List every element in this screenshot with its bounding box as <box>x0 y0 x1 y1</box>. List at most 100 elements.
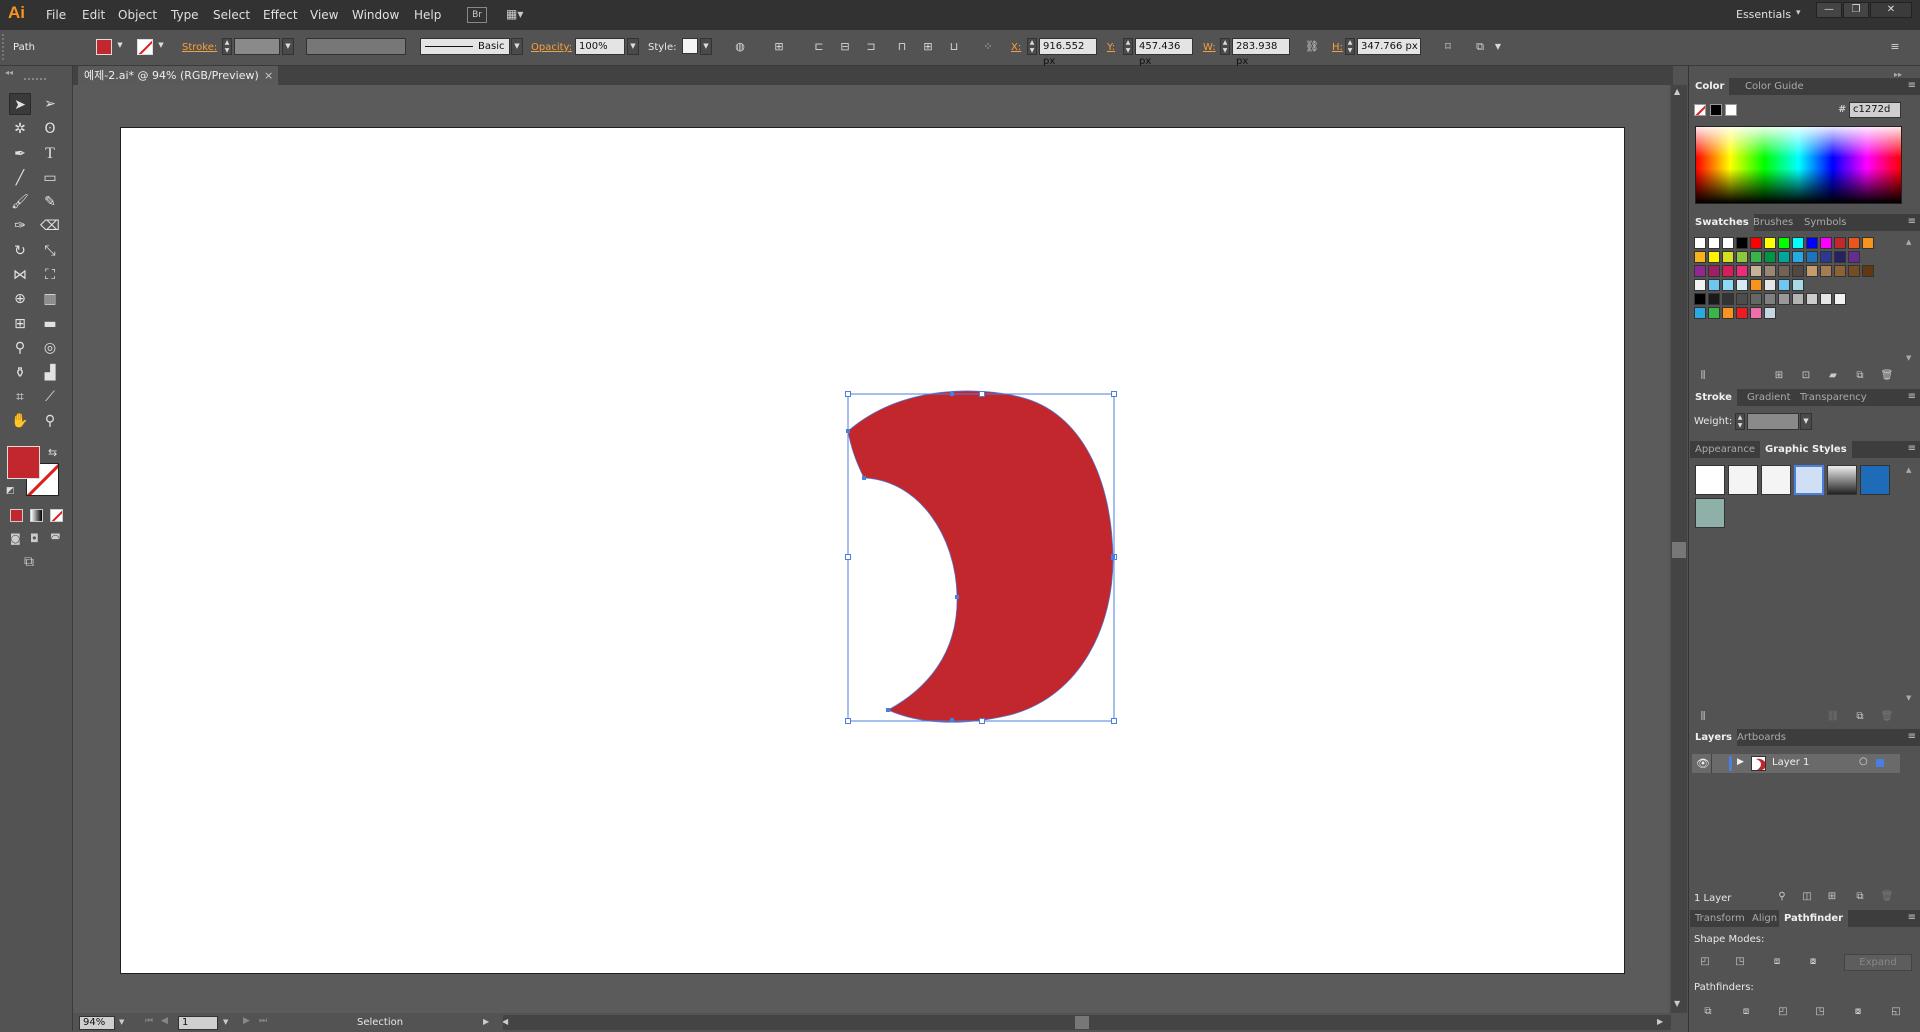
new-swatch-icon[interactable]: ⧉ <box>1853 369 1867 383</box>
color-swatch[interactable] <box>1736 251 1748 263</box>
exclude-icon[interactable]: ⧇ <box>1806 955 1820 969</box>
styles-scroll-down-icon[interactable]: ▼ <box>1906 694 1911 702</box>
break-link-icon[interactable]: ⛓ <box>1826 710 1840 724</box>
tab-swatches[interactable]: Swatches <box>1690 214 1754 231</box>
color-swatch[interactable] <box>1750 251 1762 263</box>
artboard-number-field[interactable]: 1 <box>178 1016 218 1030</box>
new-sublayer-icon[interactable]: ⊞ <box>1825 890 1839 904</box>
color-swatch[interactable] <box>1694 265 1706 277</box>
color-swatch[interactable] <box>1708 251 1720 263</box>
graphic-style-pattern[interactable] <box>1860 465 1890 495</box>
tab-gradient[interactable]: Gradient <box>1742 389 1796 406</box>
swatch-libraries-icon[interactable]: ⫼ <box>1696 369 1710 383</box>
anchor-point[interactable] <box>862 476 866 480</box>
tab-brushes[interactable]: Brushes <box>1748 214 1798 231</box>
color-swatch[interactable] <box>1764 307 1776 319</box>
color-swatch[interactable] <box>1778 237 1790 249</box>
swatches-panel-menu-icon[interactable]: ≡ <box>1908 216 1916 227</box>
color-swatch[interactable] <box>1764 251 1776 263</box>
tab-stroke[interactable]: Stroke <box>1690 389 1737 406</box>
color-swatch[interactable] <box>1708 265 1720 277</box>
tab-transparency[interactable]: Transparency <box>1795 389 1872 406</box>
color-swatch[interactable] <box>1834 237 1846 249</box>
vertical-scroll-thumb[interactable] <box>1672 542 1686 558</box>
styles-scroll-up-icon[interactable]: ▲ <box>1906 466 1911 474</box>
color-swatch[interactable] <box>1792 293 1804 305</box>
color-swatch[interactable] <box>1764 265 1776 277</box>
color-swatch[interactable] <box>1722 279 1734 291</box>
color-swatch[interactable] <box>1792 237 1804 249</box>
graphic-style-no-stroke[interactable] <box>1728 465 1758 495</box>
scroll-down-icon[interactable]: ▼ <box>1674 999 1680 1008</box>
color-swatch[interactable] <box>1764 293 1776 305</box>
layers-panel-menu-icon[interactable]: ≡ <box>1908 731 1916 742</box>
color-swatch[interactable] <box>1848 251 1860 263</box>
show-swatch-kinds-icon[interactable]: ⊞ <box>1772 369 1786 383</box>
color-swatch[interactable] <box>1806 237 1818 249</box>
merge-icon[interactable]: ◰ <box>1776 1005 1790 1019</box>
bbox-handle-top-left[interactable] <box>845 391 851 397</box>
color-swatch[interactable] <box>1750 307 1762 319</box>
graphic-style-libraries-icon[interactable]: ⫼ <box>1696 710 1710 724</box>
color-swatch[interactable] <box>1820 237 1832 249</box>
appearance-panel-menu-icon[interactable]: ≡ <box>1908 443 1916 454</box>
hex-input[interactable]: c1272d <box>1849 102 1901 118</box>
next-artboard-icon[interactable]: ▶ <box>243 1016 250 1026</box>
color-swatch[interactable] <box>1694 251 1706 263</box>
color-swatch[interactable] <box>1722 237 1734 249</box>
swatches-scroll-up-icon[interactable]: ▲ <box>1906 238 1911 246</box>
horizontal-scroll-thumb[interactable] <box>1075 1016 1089 1029</box>
color-swatch[interactable] <box>1736 265 1748 277</box>
color-swatch[interactable] <box>1806 251 1818 263</box>
color-spectrum[interactable] <box>1695 126 1902 204</box>
bbox-handle-mid-left[interactable] <box>845 554 851 560</box>
anchor-point[interactable] <box>886 708 890 712</box>
tab-pathfinder[interactable]: Pathfinder <box>1779 910 1849 927</box>
delete-layer-icon[interactable]: 🗑 <box>1880 890 1894 904</box>
weight-spinner[interactable]: ▲ ▼ <box>1735 413 1745 430</box>
color-swatch[interactable] <box>1806 265 1818 277</box>
color-white-swatch[interactable] <box>1725 104 1737 116</box>
layer-name[interactable]: Layer 1 <box>1772 757 1809 768</box>
vertical-scrollbar[interactable]: ▲ ▼ <box>1671 85 1687 1013</box>
color-black-swatch[interactable] <box>1710 104 1722 116</box>
color-swatch[interactable] <box>1778 265 1790 277</box>
locate-object-icon[interactable]: ⚲ <box>1775 890 1789 904</box>
tab-appearance[interactable]: Appearance <box>1690 441 1760 458</box>
color-swatch[interactable] <box>1708 293 1720 305</box>
color-swatch[interactable] <box>1750 265 1762 277</box>
trim-icon[interactable]: ⧈ <box>1739 1005 1753 1019</box>
graphic-style-default[interactable] <box>1695 465 1725 495</box>
color-swatch[interactable] <box>1750 279 1762 291</box>
minus-front-icon[interactable]: ◳ <box>1733 955 1747 969</box>
anchor-point[interactable] <box>846 429 850 433</box>
horizontal-scrollbar[interactable]: ◀ ▶ <box>500 1015 1671 1030</box>
swatches-scroll-down-icon[interactable]: ▼ <box>1906 354 1911 362</box>
color-swatch[interactable] <box>1736 237 1748 249</box>
minus-back-icon[interactable]: ◱ <box>1889 1005 1903 1019</box>
color-swatch[interactable] <box>1792 251 1804 263</box>
unite-icon[interactable]: ◰ <box>1698 955 1712 969</box>
color-swatch[interactable] <box>1722 265 1734 277</box>
color-swatch[interactable] <box>1708 279 1720 291</box>
tab-symbols[interactable]: Symbols <box>1799 214 1851 231</box>
color-swatch[interactable] <box>1792 279 1804 291</box>
divide-icon[interactable]: ⧉ <box>1701 1005 1715 1019</box>
anchor-point[interactable] <box>1111 555 1115 559</box>
graphic-style-no-fill[interactable] <box>1761 465 1791 495</box>
graphic-style-blue-stroke[interactable] <box>1794 465 1824 495</box>
last-artboard-icon[interactable]: ⏭ <box>259 1016 267 1026</box>
artboard-dropdown-icon[interactable]: ▼ <box>223 1018 228 1026</box>
color-swatch[interactable] <box>1708 237 1720 249</box>
color-swatch[interactable] <box>1848 265 1860 277</box>
color-swatch[interactable] <box>1694 307 1706 319</box>
color-swatch[interactable] <box>1862 265 1874 277</box>
clipping-mask-icon[interactable]: ◫ <box>1800 890 1814 904</box>
weight-field[interactable] <box>1747 413 1799 430</box>
color-swatch[interactable] <box>1736 307 1748 319</box>
graphic-style-texture[interactable] <box>1695 498 1725 528</box>
bbox-handle-bottom-center[interactable] <box>979 718 985 724</box>
color-swatch[interactable] <box>1820 265 1832 277</box>
bbox-handle-bottom-left[interactable] <box>845 718 851 724</box>
color-swatch[interactable] <box>1694 237 1706 249</box>
